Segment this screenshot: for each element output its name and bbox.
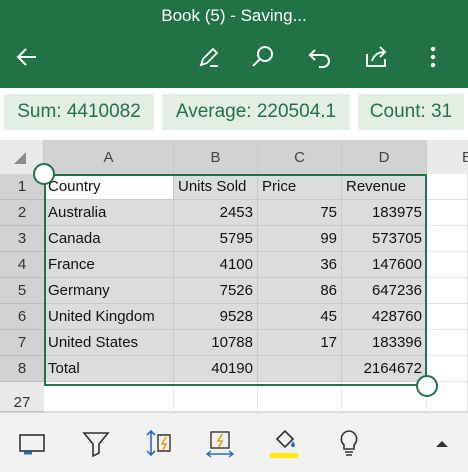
cell-d5[interactable]: 647236: [342, 278, 427, 304]
cell-d3[interactable]: 573705: [342, 226, 427, 252]
cell-d6[interactable]: 428760: [342, 304, 427, 330]
cell-a1[interactable]: Country: [44, 174, 174, 200]
cell-d2[interactable]: 183975: [342, 200, 427, 226]
fill-color-icon[interactable]: [266, 425, 302, 461]
cell-c2[interactable]: 75: [258, 200, 342, 226]
status-summary-bar: Sum: 4410082 Average: 220504.1 Count: 31: [0, 88, 468, 140]
cell-d7[interactable]: 183396: [342, 330, 427, 356]
flash-fill-icon[interactable]: [202, 425, 238, 461]
count-stat[interactable]: Count: 31: [358, 94, 464, 130]
cell-empty[interactable]: [174, 382, 258, 412]
cell-a7[interactable]: United States: [44, 330, 174, 356]
cell-d8[interactable]: 2164672: [342, 356, 427, 382]
row-header[interactable]: 4: [0, 252, 44, 278]
cell-e5[interactable]: [427, 278, 468, 304]
document-title: Book (5) - Saving...: [161, 6, 307, 25]
cell-c8[interactable]: [258, 356, 342, 382]
row-header[interactable]: 8: [0, 356, 44, 382]
more-options-icon[interactable]: [418, 42, 448, 72]
row-header[interactable]: 3: [0, 226, 44, 252]
cell-e6[interactable]: [427, 304, 468, 330]
sort-icon[interactable]: [140, 425, 176, 461]
cell-a2[interactable]: Australia: [44, 200, 174, 226]
format-cells-icon[interactable]: [14, 425, 50, 461]
row-header-partial[interactable]: 27: [0, 382, 44, 412]
cell-c1[interactable]: Price: [258, 174, 342, 200]
cell-a5[interactable]: Germany: [44, 278, 174, 304]
row-header[interactable]: 2: [0, 200, 44, 226]
cell-d1[interactable]: Revenue: [342, 174, 427, 200]
share-icon[interactable]: [361, 42, 391, 72]
bottom-toolbar: [0, 412, 468, 472]
app-header: Book (5) - Saving...: [0, 0, 468, 88]
cell-b2[interactable]: 2453: [174, 200, 258, 226]
cell-e4[interactable]: [427, 252, 468, 278]
cell-b6[interactable]: 9528: [174, 304, 258, 330]
cell-b7[interactable]: 10788: [174, 330, 258, 356]
column-header-b[interactable]: B: [174, 140, 258, 174]
column-header-c[interactable]: C: [258, 140, 342, 174]
selection-handle-bottom-right[interactable]: [416, 375, 438, 397]
cell-a6[interactable]: United Kingdom: [44, 304, 174, 330]
row-header[interactable]: 6: [0, 304, 44, 330]
cell-d4[interactable]: 147600: [342, 252, 427, 278]
column-header-d[interactable]: D: [342, 140, 427, 174]
cell-empty[interactable]: [258, 382, 342, 412]
cell-e1[interactable]: [427, 174, 468, 200]
draw-pen-icon[interactable]: [194, 42, 224, 72]
cell-c6[interactable]: 45: [258, 304, 342, 330]
cell-b1[interactable]: Units Sold: [174, 174, 258, 200]
selection-handle-top-left[interactable]: [33, 163, 55, 185]
ideas-lightbulb-icon[interactable]: [331, 425, 367, 461]
column-header-a[interactable]: A: [44, 140, 174, 174]
cell-c5[interactable]: 86: [258, 278, 342, 304]
cell-b8[interactable]: 40190: [174, 356, 258, 382]
cell-e3[interactable]: [427, 226, 468, 252]
cell-empty[interactable]: [44, 382, 174, 412]
cell-b4[interactable]: 4100: [174, 252, 258, 278]
filter-icon[interactable]: [78, 425, 114, 461]
cell-empty[interactable]: [342, 382, 427, 412]
average-stat[interactable]: Average: 220504.1: [162, 94, 350, 130]
cell-c7[interactable]: 17: [258, 330, 342, 356]
row-header[interactable]: 7: [0, 330, 44, 356]
cell-b5[interactable]: 7526: [174, 278, 258, 304]
spreadsheet-grid[interactable]: A B C D E 1 Country Units Sold Price Rev…: [0, 140, 468, 412]
cell-c3[interactable]: 99: [258, 226, 342, 252]
undo-icon[interactable]: [305, 42, 335, 72]
cell-e7[interactable]: [427, 330, 468, 356]
cell-a3[interactable]: Canada: [44, 226, 174, 252]
row-header[interactable]: 5: [0, 278, 44, 304]
cell-a4[interactable]: France: [44, 252, 174, 278]
column-header-e[interactable]: E: [427, 140, 468, 174]
cell-c4[interactable]: 36: [258, 252, 342, 278]
sum-stat[interactable]: Sum: 4410082: [4, 94, 154, 130]
cell-e2[interactable]: [427, 200, 468, 226]
cell-a8[interactable]: Total: [44, 356, 174, 382]
cell-b3[interactable]: 5795: [174, 226, 258, 252]
search-icon[interactable]: [248, 42, 278, 72]
back-arrow-icon[interactable]: [12, 42, 42, 72]
expand-ribbon-icon[interactable]: [424, 425, 460, 461]
